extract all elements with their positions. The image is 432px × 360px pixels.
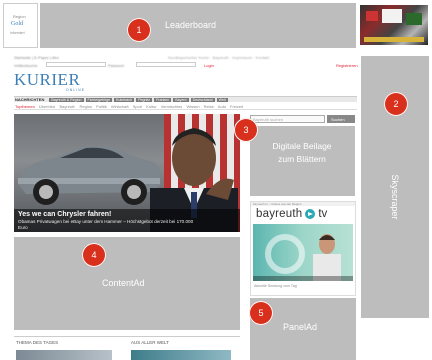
small-ad-line1: Region bbox=[13, 14, 26, 19]
content-ad[interactable]: 4 ContentAd bbox=[14, 237, 240, 330]
subnav-item[interactable]: Politik bbox=[96, 104, 107, 109]
search-label: Volltextsuche bbox=[14, 63, 38, 68]
content-ad-number-badge: 4 bbox=[82, 243, 106, 267]
headline-teaser: Obamas Privatwagen bei eBay unter dem Ha… bbox=[18, 219, 194, 230]
sidebar-search-input[interactable]: Bayreuth suchen bbox=[250, 115, 325, 123]
register-link[interactable]: Registrieren bbox=[336, 63, 358, 68]
logo-text: KURIER bbox=[14, 70, 81, 89]
nav-item[interactable]: Bayreuth & Region bbox=[49, 97, 84, 102]
subnav-item[interactable]: Überblick bbox=[39, 104, 56, 109]
leaderboard-number-badge: 1 bbox=[127, 18, 151, 42]
section-heading-left[interactable]: THEMA DES TAGES bbox=[16, 340, 58, 345]
digital-supplement-label: Digitale Beilage zum Blättern bbox=[272, 141, 332, 164]
search-input[interactable] bbox=[46, 62, 106, 67]
password-input[interactable] bbox=[136, 62, 196, 67]
subnav-item-active[interactable]: Topthemen bbox=[15, 104, 35, 109]
subnav-item[interactable]: Region bbox=[79, 104, 92, 109]
skyscraper-number-badge: 2 bbox=[384, 92, 408, 116]
nav-item[interactable]: Franken bbox=[154, 97, 172, 102]
nav-item[interactable]: Kulmbach bbox=[114, 97, 135, 102]
tv-logo-circle-icon bbox=[305, 209, 316, 219]
header-thumbnail-image[interactable] bbox=[360, 5, 428, 45]
leaderboard-label: Leaderboard bbox=[165, 20, 217, 30]
subnav-item[interactable]: Freizeit bbox=[230, 104, 243, 109]
nav-item[interactable]: Pegnitz bbox=[136, 97, 153, 102]
section-heading-right[interactable]: AUS ALLER WELT bbox=[131, 340, 169, 345]
logo-subtext: ONLINE bbox=[66, 88, 86, 92]
sub-nav-bar: Topthemen Überblick Bayreuth Region Poli… bbox=[14, 104, 357, 110]
section-left-image[interactable] bbox=[16, 350, 112, 360]
nav-item[interactable]: Fichtelgebirge bbox=[85, 97, 113, 102]
headline-caption: Yes we can Chrysler fahren! Obamas Priva… bbox=[14, 209, 240, 232]
subnav-item[interactable]: Wirtschaft bbox=[111, 104, 129, 109]
subnav-item[interactable]: Reise bbox=[204, 104, 214, 109]
subnav-item[interactable]: Kultur bbox=[146, 104, 156, 109]
content-ad-label: ContentAd bbox=[102, 278, 145, 288]
digital-supplement-number-badge: 3 bbox=[234, 118, 258, 142]
small-ad-box[interactable]: Region Gold informiert bbox=[3, 3, 38, 48]
tv-video-bubble-icon bbox=[265, 234, 305, 274]
skyscraper-label: Skyscraper bbox=[390, 174, 400, 220]
login-link[interactable]: Login bbox=[204, 63, 214, 68]
panel-ad-label: PanelAd bbox=[283, 322, 318, 332]
nav-label: NACHRICHTEN bbox=[15, 97, 45, 102]
car-image bbox=[18, 145, 161, 205]
top-links[interactable]: Startseite | E-Paper | Abo bbox=[14, 55, 114, 60]
sidebar-search-button-label: Suchen bbox=[331, 116, 345, 122]
tv-logo-suffix: tv bbox=[318, 208, 328, 220]
tv-play-controls[interactable] bbox=[253, 276, 353, 281]
tv-logo-text: bayreuth bbox=[256, 208, 303, 220]
section-right-image[interactable] bbox=[131, 350, 231, 360]
tv-presenter-image bbox=[313, 234, 341, 281]
small-ad-line2: Gold bbox=[11, 21, 23, 27]
sidebar-search-placeholder: Bayreuth suchen bbox=[253, 117, 284, 122]
tv-widget[interactable]: bayreuth.tv – Videos aus der Region bayr… bbox=[250, 201, 356, 296]
nav-item[interactable]: Bayern bbox=[173, 97, 189, 102]
headline-title[interactable]: Yes we can Chrysler fahren! bbox=[18, 211, 236, 218]
kurier-logo[interactable]: KURIER ONLINE bbox=[14, 70, 114, 92]
skyscraper-ad[interactable]: 2 Skyscraper bbox=[361, 56, 429, 318]
leaderboard-ad[interactable]: 1 Leaderboard bbox=[40, 3, 356, 48]
subnav-item[interactable]: Vermischtes bbox=[161, 104, 183, 109]
sidebar-search-button[interactable]: Suchen bbox=[327, 115, 355, 123]
panel-ad[interactable]: 5 PanelAd bbox=[249, 298, 356, 360]
tv-logo: bayreuth tv bbox=[256, 207, 327, 221]
subnav-item[interactable]: Auto bbox=[218, 104, 226, 109]
headline-image[interactable]: Yes we can Chrysler fahren! Obamas Priva… bbox=[14, 114, 240, 232]
nav-item[interactable]: Welt bbox=[216, 97, 228, 102]
tv-caption: Aktuelle Sendung vom Tag bbox=[254, 284, 297, 288]
subnav-item[interactable]: Wissen bbox=[186, 104, 199, 109]
tv-topbar: bayreuth.tv – Videos aus der Region bbox=[251, 202, 355, 206]
digital-supplement-ad[interactable]: 3 Digitale Beilage zum Blättern bbox=[234, 118, 355, 196]
section-divider bbox=[14, 336, 240, 337]
subnav-item[interactable]: Sport bbox=[133, 104, 143, 109]
tv-video-player[interactable] bbox=[253, 224, 353, 281]
meta-links[interactable]: Nordbayerischer Kurier · Bayreuth · Impr… bbox=[168, 55, 356, 60]
login-label: Passwort bbox=[108, 63, 125, 68]
small-ad-line3: informiert bbox=[10, 31, 25, 35]
panel-ad-number-badge: 5 bbox=[249, 301, 273, 325]
subnav-item[interactable]: Bayreuth bbox=[59, 104, 75, 109]
nav-item[interactable]: Deutschland bbox=[190, 97, 215, 102]
main-nav-bar: NACHRICHTEN Bayreuth & Region Fichtelgeb… bbox=[14, 96, 357, 102]
